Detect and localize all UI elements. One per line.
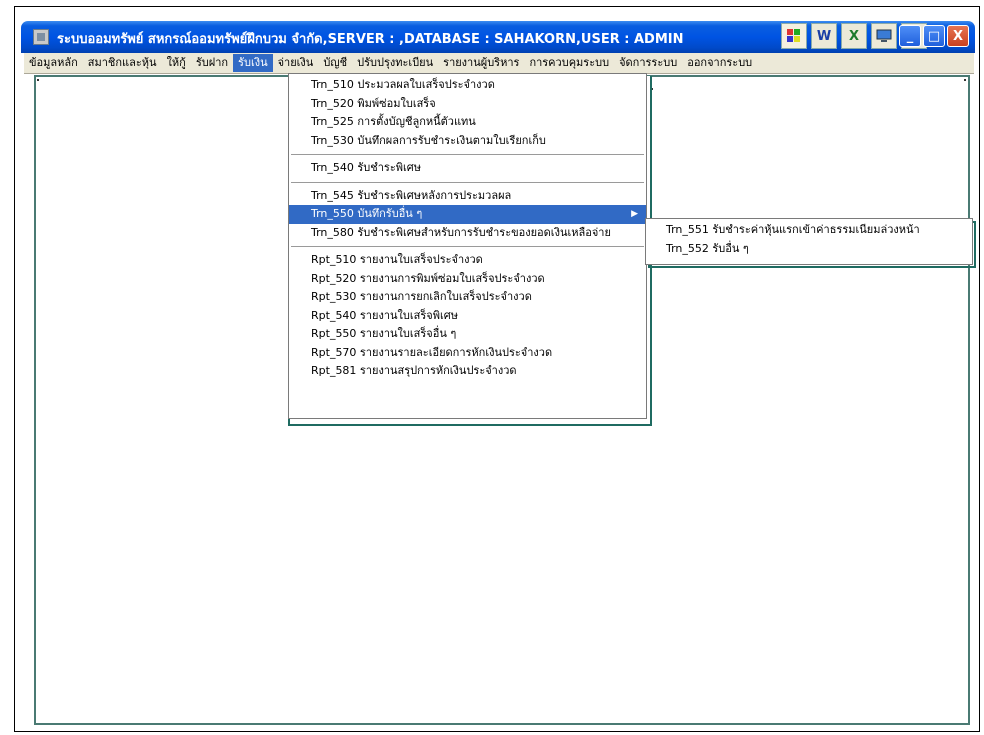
menu-item-trn551[interactable]: Trn_551 รับชำระค่าหุ้นแรกเข้าค่าธรรมเนีย… <box>646 221 972 240</box>
menu-separator <box>291 181 644 183</box>
other-receipts-submenu: Trn_551 รับชำระค่าหุ้นแรกเข้าค่าธรรมเนีย… <box>645 218 973 265</box>
menu-separator <box>291 246 644 247</box>
receive-money-dropdown: Trn_510 ประมวลผลใบเสร็จประจำงวด Trn_520 … <box>288 73 647 419</box>
menu-accounts[interactable]: บัญชี <box>318 54 352 72</box>
menu-exit[interactable]: ออกจากระบบ <box>682 54 757 72</box>
menu-item-trn530[interactable]: Trn_530 บันทึกผลการรับชำระเงินตามใบเรียก… <box>289 132 646 151</box>
title-bar: ระบบออมทรัพย์ สหกรณ์ออมทรัพย์ฝึกบวม จำกั… <box>21 21 975 53</box>
menu-item-rpt540[interactable]: Rpt_540 รายงานใบเสร็จพิเศษ <box>289 307 646 326</box>
menu-master-data[interactable]: ข้อมูลหลัก <box>24 54 83 72</box>
window-controls: _ □ X <box>899 25 969 47</box>
menu-item-trn550[interactable]: Trn_550 บันทึกรับอื่น ๆ ▶ <box>289 205 646 224</box>
menu-item-trn525[interactable]: Trn_525 การตั้งบัญชีลูกหนี้ตัวแทน <box>289 113 646 132</box>
menu-item-trn540[interactable]: Trn_540 รับชำระพิเศษ <box>289 159 646 178</box>
menu-item-trn552[interactable]: Trn_552 รับอื่น ๆ <box>646 240 972 259</box>
maximize-button[interactable]: □ <box>923 25 945 47</box>
menu-item-trn545[interactable]: Trn_545 รับชำระพิเศษหลังการประมวลผล <box>289 187 646 206</box>
corner-marker <box>964 79 966 81</box>
monitor-icon[interactable] <box>871 23 897 49</box>
close-button[interactable]: X <box>947 25 969 47</box>
menu-executive-reports[interactable]: รายงานผู้บริหาร <box>438 54 524 72</box>
menu-update-register[interactable]: ปรับปรุงทะเบียน <box>352 54 438 72</box>
word-icon[interactable]: W <box>811 23 837 49</box>
window-title: ระบบออมทรัพย์ สหกรณ์ออมทรัพย์ฝึกบวม จำกั… <box>57 32 684 47</box>
menu-item-rpt510[interactable]: Rpt_510 รายงานใบเสร็จประจำงวด <box>289 251 646 270</box>
menu-bar: ข้อมูลหลัก สมาชิกและหุ้น ให้กู้ รับฝาก ร… <box>24 53 974 74</box>
menu-item-rpt530[interactable]: Rpt_530 รายงานการยกเลิกใบเสร็จประจำงวด <box>289 288 646 307</box>
menu-item-trn510[interactable]: Trn_510 ประมวลผลใบเสร็จประจำงวด <box>289 76 646 95</box>
menu-loans[interactable]: ให้กู้ <box>162 54 191 72</box>
menu-system-control[interactable]: การควบคุมระบบ <box>524 54 614 72</box>
menu-separator <box>291 154 644 155</box>
excel-icon[interactable]: X <box>841 23 867 49</box>
menu-deposits[interactable]: รับฝาก <box>191 54 233 72</box>
menu-item-trn520[interactable]: Trn_520 พิมพ์ซ่อมใบเสร็จ <box>289 95 646 114</box>
menu-system-management[interactable]: จัดการระบบ <box>614 54 682 72</box>
grid-icon[interactable] <box>781 23 807 49</box>
minimize-button[interactable]: _ <box>899 25 921 47</box>
submenu-arrow-icon: ▶ <box>631 209 638 219</box>
menu-item-rpt570[interactable]: Rpt_570 รายงานรายละเอียดการหักเงินประจำง… <box>289 344 646 363</box>
corner-marker <box>37 79 39 81</box>
menu-members-shares[interactable]: สมาชิกและหุ้น <box>83 54 162 72</box>
menu-item-label: Trn_550 บันทึกรับอื่น ๆ <box>311 207 423 220</box>
menu-pay-money[interactable]: จ่ายเงิน <box>273 54 319 72</box>
menu-item-rpt581[interactable]: Rpt_581 รายงานสรุปการหักเงินประจำงวด <box>289 362 646 381</box>
menu-receive-money[interactable]: รับเงิน <box>233 54 273 72</box>
menu-item-rpt520[interactable]: Rpt_520 รายงานการพิมพ์ซ่อมใบเสร็จประจำงว… <box>289 270 646 289</box>
menu-item-rpt550[interactable]: Rpt_550 รายงานใบเสร็จอื่น ๆ <box>289 325 646 344</box>
menu-item-trn580[interactable]: Trn_580 รับชำระพิเศษสำหรับการรับชำระของย… <box>289 224 646 243</box>
app-icon <box>33 29 49 45</box>
